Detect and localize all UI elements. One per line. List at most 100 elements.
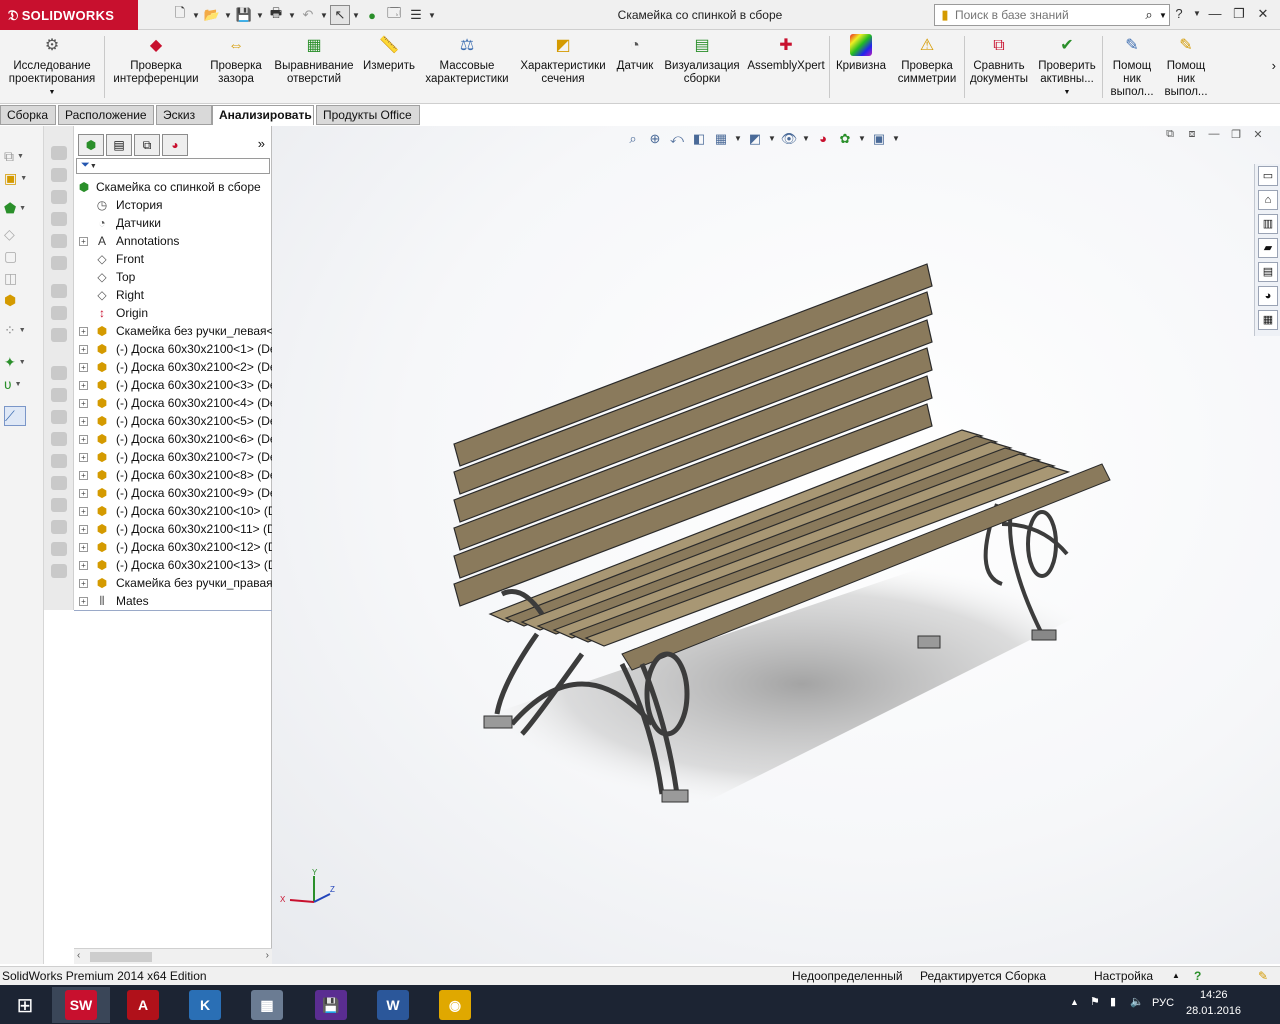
expand-icon[interactable]: +: [79, 237, 88, 246]
measure-button[interactable]: 📏 Измерить: [360, 34, 418, 100]
section-properties-button[interactable]: ◩ Характеристики сечения: [516, 34, 610, 100]
chevron-down-icon[interactable]: ▼: [320, 11, 328, 20]
tree-item[interactable]: ◔ Датчики: [74, 214, 272, 232]
display-manager-tab[interactable]: ◕: [162, 134, 188, 156]
volume-icon[interactable]: 🔈: [1130, 995, 1144, 1008]
tree-item[interactable]: + A Annotations: [74, 232, 272, 250]
tool-icon[interactable]: [51, 328, 67, 342]
start-button[interactable]: ⊞: [0, 987, 50, 1023]
assistant-button[interactable]: ✎ Помощ ник выпол...: [1106, 34, 1158, 100]
tree-item[interactable]: + ⬢ (-) Доска 60х30х2100<11> (D: [74, 520, 272, 538]
taskbar-chrome-button[interactable]: ◉: [426, 987, 484, 1023]
expand-icon[interactable]: +: [79, 399, 88, 408]
chevron-up-icon[interactable]: ▲: [1172, 967, 1180, 985]
taskbar-solidworks-button[interactable]: SW: [52, 987, 110, 1023]
property-manager-tab[interactable]: ▤: [106, 134, 132, 156]
clock-date[interactable]: 28.01.2016: [1186, 1005, 1241, 1017]
restore-icon[interactable]: ❐: [1228, 4, 1250, 24]
undo-icon[interactable]: ↶: [298, 5, 318, 25]
sensor-button[interactable]: ◔ Датчик: [612, 34, 658, 100]
tree-item[interactable]: + ⬢ (-) Доска 60х30х2100<6> (De: [74, 430, 272, 448]
bench-3d-model[interactable]: [442, 254, 1122, 814]
expand-icon[interactable]: +: [79, 327, 88, 336]
design-study-button[interactable]: ⚙ Исследование проектирования ▼: [4, 34, 100, 100]
tree-root[interactable]: ⬢ Скамейка со спинкой в сборе: [74, 178, 272, 196]
tab-office-products[interactable]: Продукты Office: [316, 105, 420, 125]
mass-properties-button[interactable]: ⚖ Массовые характеристики: [422, 34, 512, 100]
expand-icon[interactable]: +: [79, 525, 88, 534]
file-properties-icon[interactable]: 🗔: [384, 5, 404, 25]
tree-item[interactable]: + ⬢ (-) Доска 60х30х2100<2> (De: [74, 358, 272, 376]
search-input[interactable]: [955, 8, 1139, 22]
expand-icon[interactable]: +: [79, 543, 88, 552]
close-icon[interactable]: ✕: [1252, 4, 1274, 24]
assembly-features-tool[interactable]: ◫: [4, 268, 38, 288]
tool-icon[interactable]: [51, 168, 67, 182]
chevron-down-icon[interactable]: ▼: [256, 11, 264, 20]
chevron-down-icon[interactable]: ▼: [768, 130, 776, 148]
chevron-down-icon[interactable]: ▼: [802, 130, 810, 148]
chevron-down-icon[interactable]: ▼: [288, 11, 296, 20]
clock-time[interactable]: 14:26: [1200, 989, 1228, 1001]
chevron-down-icon[interactable]: ▼: [1192, 4, 1202, 24]
assembly-visualization-button[interactable]: ▤ Визуализация сборки: [660, 34, 744, 100]
taskbar-autocad-button[interactable]: A: [114, 987, 172, 1023]
tree-item[interactable]: + ⬢ (-) Доска 60х30х2100<10> (D: [74, 502, 272, 520]
scroll-right-icon[interactable]: ›: [266, 950, 269, 961]
expand-icon[interactable]: +: [79, 561, 88, 570]
tab-sketch[interactable]: Эскиз: [156, 105, 212, 125]
tool-icon[interactable]: [51, 190, 67, 204]
tree-item[interactable]: + ⬢ (-) Доска 60х30х2100<1> (De: [74, 340, 272, 358]
help-status-icon[interactable]: ?: [1194, 967, 1201, 985]
select-pointer-icon[interactable]: ↖: [330, 5, 350, 25]
home-icon[interactable]: ⌂: [1258, 190, 1278, 210]
scrollbar-thumb[interactable]: [90, 952, 152, 962]
previous-view-icon[interactable]: ⤺: [668, 130, 686, 148]
chevron-down-icon[interactable]: ▼: [428, 11, 436, 20]
explode-line-tool[interactable]: ʋ ▼: [4, 374, 38, 394]
move-component-tool[interactable]: ◇: [4, 224, 38, 244]
symmetry-check-button[interactable]: ⚠ Проверка симметрии: [892, 34, 962, 100]
knowledge-base-search[interactable]: ▮ ⌕ ▼: [934, 4, 1170, 26]
help-icon[interactable]: ?: [1168, 4, 1190, 24]
open-icon[interactable]: 📂: [202, 5, 222, 25]
show-hidden-icons-icon[interactable]: ▲: [1070, 997, 1079, 1007]
expand-icon[interactable]: +: [79, 579, 88, 588]
expand-icon[interactable]: +: [79, 507, 88, 516]
flag-icon[interactable]: ⚑: [1090, 995, 1100, 1008]
input-language[interactable]: РУС: [1152, 997, 1174, 1009]
rebuild-status-icon[interactable]: ✎: [1258, 967, 1268, 985]
chevron-down-icon[interactable]: ▼: [352, 11, 360, 20]
show-hidden-tool[interactable]: ▢: [4, 246, 38, 266]
graphics-viewport[interactable]: ⌕ ⊕ ⤺ ◧ ▦▼ ◩▼ 👁▼ ◕ ✿▼ ▣▼ ⧉ ⧈ — ❐ ✕: [272, 126, 1280, 964]
assistant-2-button[interactable]: ✎ Помощ ник выпол...: [1160, 34, 1212, 100]
tree-item[interactable]: ↕ Origin: [74, 304, 272, 322]
expand-icon[interactable]: +: [79, 381, 88, 390]
tab-layout[interactable]: Расположение: [58, 105, 154, 125]
minimize-icon[interactable]: —: [1204, 4, 1226, 24]
instant3d-tool[interactable]: ⟋: [4, 406, 26, 426]
units-settings[interactable]: Настройка: [1094, 967, 1153, 985]
save-icon[interactable]: 💾: [234, 5, 254, 25]
tool-icon[interactable]: [51, 366, 67, 380]
appearances-icon[interactable]: ◕: [1258, 286, 1278, 306]
expand-icon[interactable]: +: [79, 345, 88, 354]
tree-item[interactable]: + ⬢ (-) Доска 60х30х2100<3> (De: [74, 376, 272, 394]
expand-icon[interactable]: +: [79, 471, 88, 480]
hide-show-items-icon[interactable]: 👁: [780, 130, 798, 148]
tool-icon[interactable]: [51, 542, 67, 556]
taskbar-save-button[interactable]: 💾: [302, 987, 360, 1023]
custom-properties-icon[interactable]: ▦: [1258, 310, 1278, 330]
tool-icon[interactable]: [51, 284, 67, 298]
zoom-to-fit-icon[interactable]: ⌕: [624, 130, 642, 148]
tree-item[interactable]: ◷ История: [74, 196, 272, 214]
display-style-icon[interactable]: ◩: [746, 130, 764, 148]
tree-item[interactable]: + ⬢ (-) Доска 60х30х2100<9> (De: [74, 484, 272, 502]
clearance-check-button[interactable]: ⇔ Проверка зазора: [204, 34, 268, 100]
edit-appearance-icon[interactable]: ◕: [814, 130, 832, 148]
horizontal-scrollbar[interactable]: ‹ ›: [74, 948, 272, 964]
tool-icon[interactable]: [51, 306, 67, 320]
assemblyxpert-button[interactable]: ✚ AssemblyXpert: [746, 34, 826, 100]
tab-analyze[interactable]: Анализировать: [212, 105, 314, 125]
explode-view-tool[interactable]: ✦ ▼: [4, 352, 38, 372]
